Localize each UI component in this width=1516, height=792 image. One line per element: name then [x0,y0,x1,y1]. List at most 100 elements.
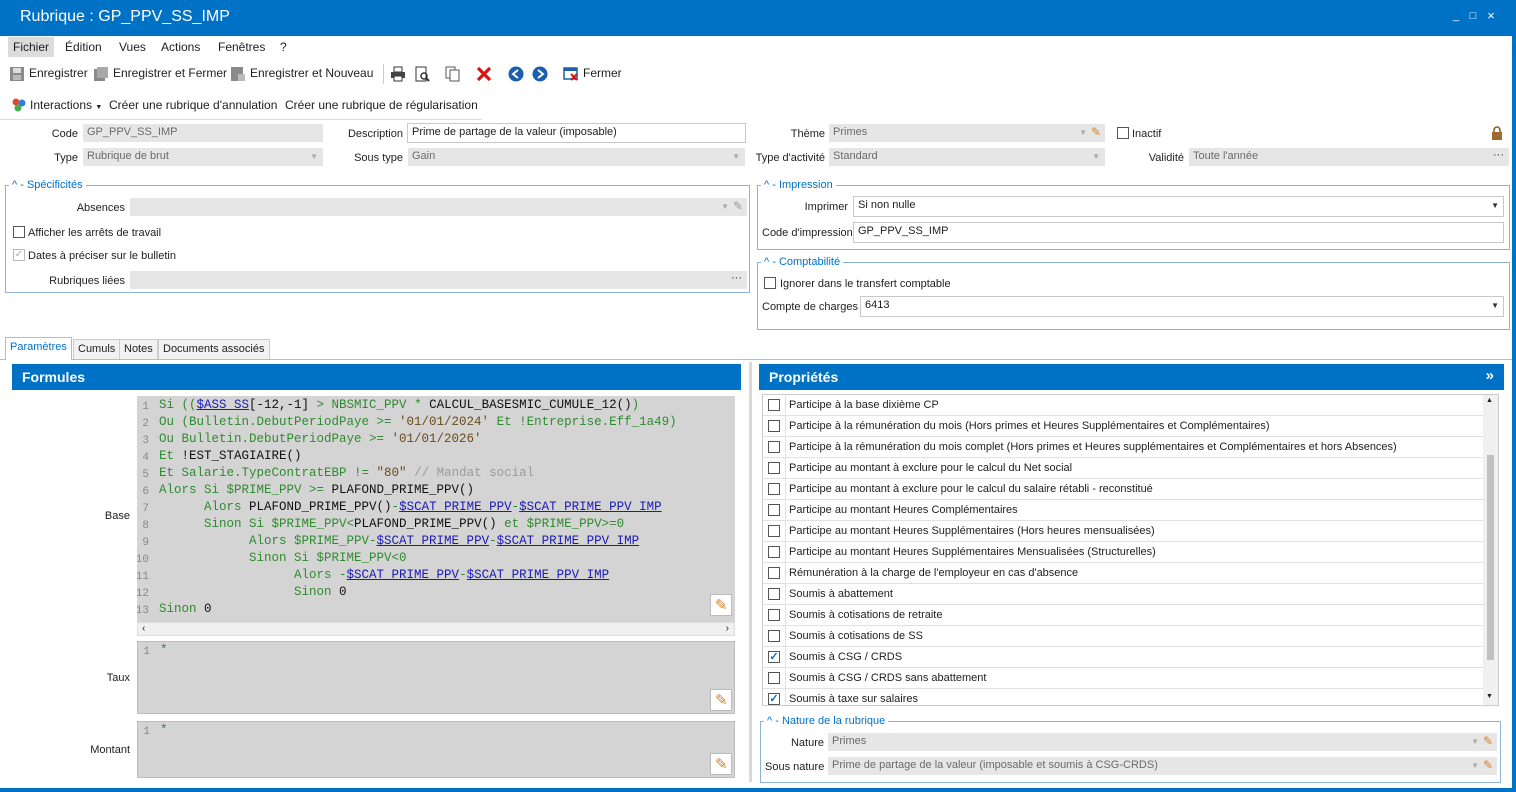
previous-icon[interactable] [508,66,524,82]
tab-documents[interactable]: Documents associés [158,339,270,359]
tab-cumuls[interactable]: Cumuls [73,339,121,359]
property-checkbox[interactable] [768,525,780,537]
property-row[interactable]: Soumis à cotisations de SS [763,626,1483,647]
property-checkbox[interactable]: ✓ [768,693,780,705]
property-row[interactable]: Participe à la rémunération du mois comp… [763,437,1483,458]
copy-icon[interactable] [445,66,461,82]
type-select[interactable]: Rubrique de brut ▼ [83,148,323,166]
property-checkbox[interactable] [768,630,780,642]
sousnature-select[interactable]: Prime de partage de la valeur (imposable… [828,757,1497,775]
absences-select[interactable]: ▼ ✎ [130,198,747,216]
pencil-icon[interactable]: ✎ [1483,758,1493,772]
expand-icon[interactable]: » [1486,367,1494,384]
validite-field[interactable]: Toute l'année ··· [1189,148,1509,166]
close-button[interactable]: Fermer [583,66,622,80]
code-field[interactable]: GP_PPV_SS_IMP [83,124,323,142]
property-row[interactable]: Participe au montant à exclure pour le c… [763,458,1483,479]
edit-montant-button[interactable]: ✎ [710,753,732,775]
inactif-checkbox[interactable] [1117,127,1129,139]
description-input[interactable]: Prime de partage de la valeur (imposable… [407,123,746,143]
property-row[interactable]: Participe au montant à exclure pour le c… [763,479,1483,500]
vertical-scrollbar[interactable]: ▲ ▼ [1483,395,1498,705]
property-checkbox[interactable] [768,399,780,411]
nature-title[interactable]: ^ - Nature de la rubrique [764,715,889,727]
delete-icon[interactable] [476,66,492,82]
impression-title[interactable]: ^ - Impression [761,179,836,191]
save-new-button[interactable]: Enregistrer et Nouveau [250,66,373,80]
splitter[interactable] [749,362,752,782]
property-row[interactable]: Soumis à abattement [763,584,1483,605]
save-close-button[interactable]: Enregistrer et Fermer [113,66,227,80]
ignorer-checkbox[interactable] [764,277,776,289]
property-checkbox[interactable]: ✓ [768,651,780,663]
save-button[interactable]: Enregistrer [29,66,88,80]
compte-select[interactable]: 6413 ▼ [860,296,1504,317]
theme-select[interactable]: Primes ▼ ✎ [829,124,1105,142]
scroll-up-icon[interactable]: ▲ [1486,397,1493,404]
comptabilite-title[interactable]: ^ - Comptabilité [761,256,844,268]
ellipsis-icon[interactable]: ··· [1493,149,1504,161]
horizontal-scrollbar[interactable]: ‹ › [137,622,735,636]
code-impression-input[interactable]: GP_PPV_SS_IMP [853,222,1504,243]
scroll-right-icon[interactable]: › [726,623,729,634]
property-row[interactable]: Participe à la base dixième CP [763,395,1483,416]
collapse-icon: ^ - [764,179,779,191]
menu-fichier[interactable]: Fichier [8,37,55,57]
imprimer-select[interactable]: Si non nulle ▼ [853,196,1504,217]
property-checkbox[interactable] [768,567,780,579]
minimize-icon[interactable]: _ [1449,10,1463,22]
scroll-down-icon[interactable]: ▼ [1486,693,1493,700]
menu-help[interactable]: ? [280,40,287,54]
print-icon[interactable] [390,66,406,82]
close-window-icon[interactable]: × [1484,8,1498,23]
property-checkbox[interactable] [768,609,780,621]
edit-base-button[interactable]: ✎ [710,594,732,616]
activite-select[interactable]: Standard ▼ [829,148,1105,166]
edit-taux-button[interactable]: ✎ [710,689,732,711]
scroll-left-icon[interactable]: ‹ [142,623,145,634]
property-checkbox[interactable] [768,672,780,684]
specificites-title[interactable]: ^ - Spécificités [9,179,86,191]
cancel-rubric-button[interactable]: Créer une rubrique d'annulation [109,98,277,112]
scroll-thumb[interactable] [1487,455,1494,660]
ellipsis-icon[interactable]: ··· [731,272,742,284]
property-row[interactable]: Participe au montant Heures Complémentai… [763,500,1483,521]
dates-checkbox[interactable]: ✓ [13,249,25,261]
tab-parametres[interactable]: Paramètres [5,337,72,360]
soustype-select[interactable]: Gain ▼ [408,148,745,166]
menu-actions[interactable]: Actions [161,40,200,54]
nature-select[interactable]: Primes ▼ ✎ [828,733,1497,751]
tab-notes[interactable]: Notes [119,339,158,359]
menu-vues[interactable]: Vues [119,40,146,54]
regul-rubric-button[interactable]: Créer une rubrique de régularisation [285,98,478,112]
property-row[interactable]: Rémunération à la charge de l'employeur … [763,563,1483,584]
menu-edition[interactable]: Édition [65,40,102,54]
property-checkbox[interactable] [768,441,780,453]
property-checkbox[interactable] [768,420,780,432]
property-checkbox[interactable] [768,483,780,495]
property-row[interactable]: ✓ Soumis à taxe sur salaires [763,689,1483,705]
property-row[interactable]: Participe au montant Heures Supplémentai… [763,542,1483,563]
pencil-icon[interactable]: ✎ [1483,734,1493,748]
property-row[interactable]: Participe à la rémunération du mois (Hor… [763,416,1483,437]
next-icon[interactable] [532,66,548,82]
property-row[interactable]: Participe au montant Heures Supplémentai… [763,521,1483,542]
print-preview-icon[interactable] [414,66,430,82]
property-row[interactable]: Soumis à cotisations de retraite [763,605,1483,626]
property-checkbox[interactable] [768,588,780,600]
property-checkbox[interactable] [768,504,780,516]
pencil-icon[interactable]: ✎ [733,199,743,213]
pencil-icon[interactable]: ✎ [1091,125,1101,139]
taux-editor[interactable]: 1 * [137,641,735,714]
maximize-icon[interactable]: □ [1466,10,1480,22]
property-checkbox[interactable] [768,462,780,474]
property-row[interactable]: Soumis à CSG / CRDS sans abattement [763,668,1483,689]
property-row[interactable]: ✓ Soumis à CSG / CRDS [763,647,1483,668]
base-editor[interactable]: 1 Si (($ASS_SS[-12,-1] > NBSMIC_PPV * CAL… [137,396,735,622]
interactions-menu[interactable]: Interactions ▼ [30,98,102,112]
montant-editor[interactable]: 1 * [137,721,735,778]
arrets-checkbox[interactable] [13,226,25,238]
property-checkbox[interactable] [768,546,780,558]
menu-fenetres[interactable]: Fenêtres [218,40,265,54]
liees-field[interactable]: ··· [130,271,747,289]
